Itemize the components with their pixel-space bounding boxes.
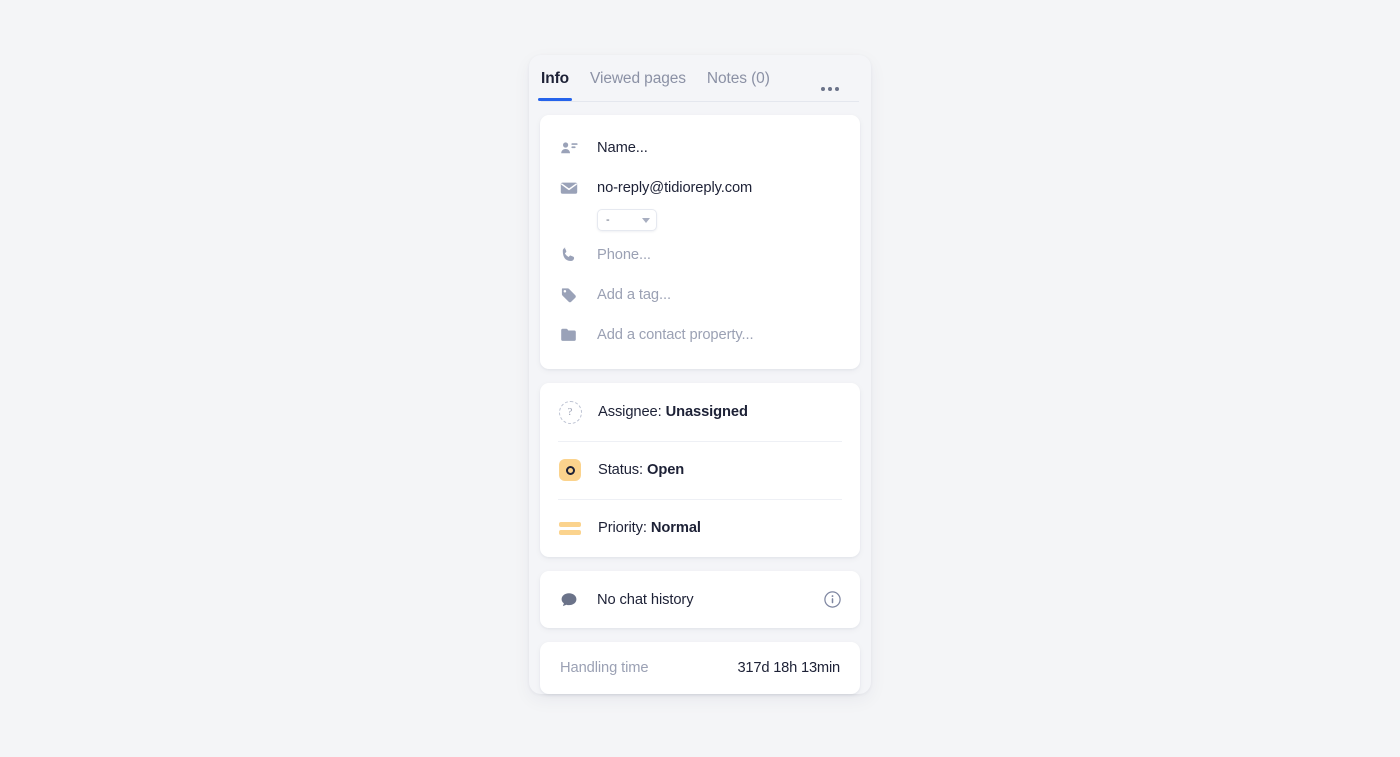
email-type-select-wrap: - [540,208,860,235]
chat-history-text: No chat history [597,591,694,608]
assignee-label: Assignee: [598,404,662,420]
contact-details-card: Name... no-reply@tidioreply.com - Phone.… [540,115,860,369]
contact-phone-row[interactable]: Phone... [540,235,860,275]
tab-viewed-pages-label: Viewed pages [590,70,686,87]
tab-notes-label: Notes (0) [706,70,770,87]
folder-icon [558,324,580,346]
ellipsis-dot-icon [828,87,832,91]
question-mark-icon: ? [558,400,582,424]
status-label: Status: [598,462,644,478]
priority-value: Normal [650,520,701,536]
tag-icon [558,284,580,306]
contact-phone-value: Phone... [597,247,651,263]
contact-name-row[interactable]: Name... [540,128,860,168]
status-icon-square [559,459,581,481]
ticket-status-card: ? Assignee: Unassigned Status: Open Prio… [540,383,860,557]
priority-row[interactable]: Priority: Normal [540,499,860,557]
tabs-bar: Info Viewed pages Notes (0) [529,55,871,107]
email-type-select[interactable]: - [597,209,657,231]
chevron-down-icon [642,217,650,223]
priority-bar [559,529,581,535]
unassigned-user-icon: ? [558,400,582,424]
priority-text: Priority: Normal [598,520,701,536]
contact-card-icon [558,137,580,159]
assignee-row[interactable]: ? Assignee: Unassigned [540,383,860,441]
assignee-value: Unassigned [665,404,748,420]
ellipsis-dot-icon [835,87,839,91]
tab-notes[interactable]: Notes (0) [707,70,770,101]
cards-container: Name... no-reply@tidioreply.com - Phone.… [529,107,871,694]
priority-bars-icon [559,521,581,535]
priority-label: Priority: [598,520,647,536]
handling-time-label: Handling time [560,660,649,676]
ellipsis-dot-icon [821,87,825,91]
handling-time-value: 317d 18h 13min [737,660,840,676]
status-ring-icon [565,465,575,475]
contact-tag-value: Add a tag... [597,287,671,303]
phone-icon [558,244,580,266]
tab-info-label: Info [541,70,570,87]
tabs-divider [541,101,859,102]
tab-viewed-pages[interactable]: Viewed pages [590,70,686,101]
priority-bar [559,521,581,527]
contact-email-row[interactable]: no-reply@tidioreply.com [540,168,860,208]
email-type-selected: - [606,214,610,226]
info-icon[interactable] [822,590,842,610]
more-options-button[interactable] [815,87,845,107]
envelope-icon [558,177,580,199]
chat-history-card: No chat history [540,571,860,628]
chat-bubble-icon [558,589,580,611]
handling-time-card: Handling time 317d 18h 13min [540,642,860,694]
contact-name-value: Name... [597,140,648,156]
status-text: Status: Open [598,462,684,478]
contact-tag-row[interactable]: Add a tag... [540,275,860,315]
assignee-text: Assignee: Unassigned [598,404,748,420]
tab-info[interactable]: Info [537,70,573,101]
status-value: Open [647,462,685,478]
priority-icon [558,516,582,540]
contact-property-value: Add a contact property... [597,327,754,343]
contact-info-panel: Info Viewed pages Notes (0) Name... no-r… [529,55,871,694]
status-row[interactable]: Status: Open [540,441,860,499]
contact-email-value: no-reply@tidioreply.com [597,180,753,196]
status-open-icon [558,458,582,482]
contact-property-row[interactable]: Add a contact property... [540,315,860,355]
tab-list: Info Viewed pages Notes (0) [537,55,815,101]
